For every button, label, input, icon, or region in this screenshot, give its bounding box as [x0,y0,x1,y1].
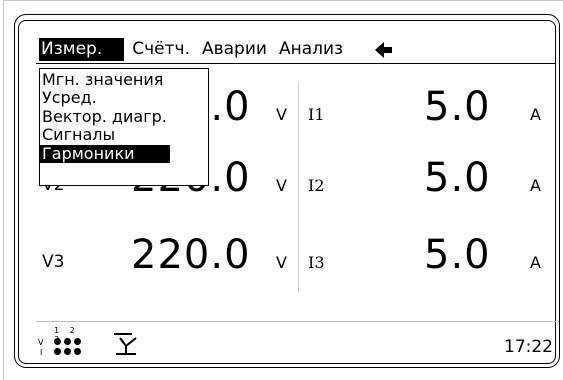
phase-dot [64,338,71,345]
phase-dot [64,348,71,355]
menu-divider [36,63,556,64]
phase-dot [74,348,81,355]
phase-dot [74,338,81,345]
menu-measure[interactable]: Измер. [39,38,125,61]
current-unit: A [530,176,541,195]
current-unit: A [530,105,541,124]
status-divider [36,321,556,322]
dropdown-item-instant-values[interactable]: Мгн. значения [40,70,208,89]
menu-alarms[interactable]: Аварии [200,38,269,61]
menu-counters[interactable]: Счётч. [130,38,192,61]
voltage-unit: V [276,253,287,272]
voltage-unit: V [276,105,287,124]
reading-row-3: V3 220.0 V I3 5.0 A [36,230,556,278]
star-connection-icon [114,332,138,356]
current-label: I2 [308,176,325,195]
voltage-unit: V [276,176,287,195]
phase-indicator: 1 2 3 V I [38,326,94,360]
menu-analysis[interactable]: Анализ [277,38,345,61]
dropdown-item-average[interactable]: Усред. [40,88,208,107]
dropdown-item-vector-diagram[interactable]: Вектор. диагр. [40,107,208,126]
current-value: 5.0 [424,155,491,201]
current-unit: A [530,253,541,272]
phase-i-label: I [40,348,43,357]
clock: 17:22 [504,337,553,357]
voltage-label: V3 [42,252,65,272]
left-arrow-icon[interactable] [375,41,393,59]
current-value: 5.0 [424,232,491,278]
current-label: I3 [308,253,325,272]
current-value: 5.0 [424,84,491,130]
menu-bar: Измер. Счётч. Аварии Анализ [39,38,393,61]
voltage-value: 220.0 [131,232,251,278]
current-label: I1 [308,105,325,124]
dropdown-item-harmonics[interactable]: Гармоники [40,144,170,163]
phase-v-label: V [38,338,44,347]
phase-dot [54,338,61,345]
measure-dropdown-menu: Мгн. значения Усред. Вектор. диагр. Сигн… [39,68,209,186]
dropdown-item-signals[interactable]: Сигналы [40,125,208,144]
phase-dot [54,348,61,355]
